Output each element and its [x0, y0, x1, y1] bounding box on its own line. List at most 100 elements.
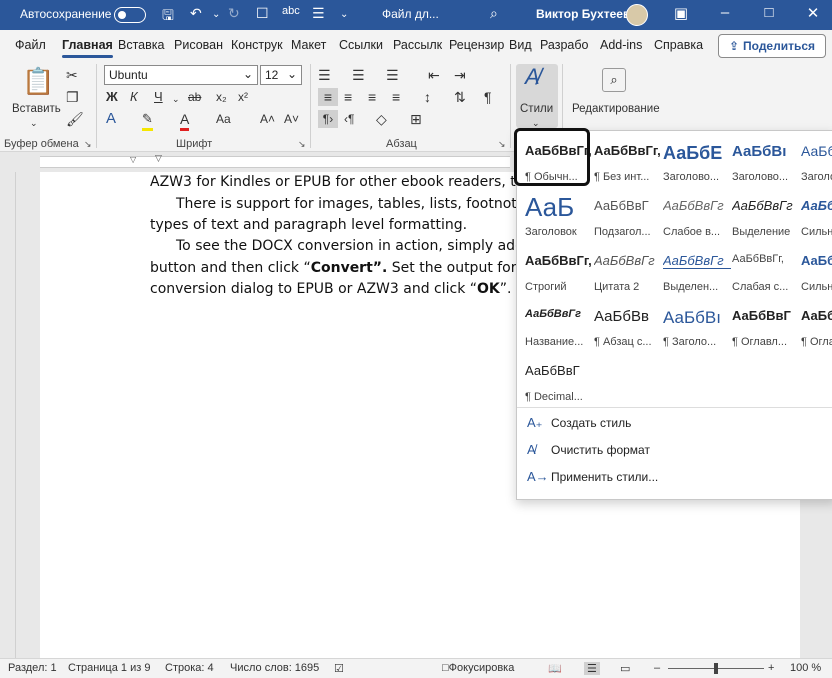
underline-dropdown-icon[interactable]: ⌄: [172, 90, 180, 108]
grow-font-icon[interactable]: A˄: [260, 110, 275, 128]
dictate-icon[interactable]: ☰: [312, 5, 325, 22]
style-tile[interactable]: АаБбВв ¶ Абзац с...: [590, 300, 660, 358]
status-line[interactable]: Строка: 4: [165, 662, 214, 674]
zoom-slider-thumb[interactable]: [714, 663, 718, 674]
font-name-select[interactable]: Ubuntu ⌄: [104, 65, 258, 85]
style-tile[interactable]: АаБбВвГ Подзагол...: [590, 190, 660, 248]
format-painter-icon[interactable]: 🖌: [66, 110, 84, 128]
align-center-icon[interactable]: ≡: [344, 88, 352, 106]
subscript-button[interactable]: x₂: [216, 88, 227, 106]
paragraph-launcher-icon[interactable]: ↘: [498, 139, 506, 150]
copy-icon[interactable]: ❐: [66, 88, 79, 106]
numbering-icon[interactable]: ☰: [352, 66, 365, 84]
line-spacing-icon[interactable]: ↕: [424, 88, 431, 106]
tab-home[interactable]: Главная: [62, 38, 113, 58]
shading-icon[interactable]: ◇: [376, 110, 387, 128]
style-tile[interactable]: АаБбВвГг Цитата 2: [590, 245, 660, 303]
tab-add-ins[interactable]: Add-ins: [600, 38, 642, 52]
avatar[interactable]: [626, 4, 648, 26]
styles-button[interactable]: A̸ Стили ⌄: [516, 64, 558, 128]
multilevel-list-icon[interactable]: ☰: [386, 66, 399, 84]
document-title[interactable]: Файл дл...: [382, 7, 439, 21]
undo-dropdown-icon[interactable]: ⌄: [212, 9, 220, 20]
editing-button[interactable]: ⌕ Редактирование: [568, 64, 660, 128]
italic-button[interactable]: К: [130, 88, 138, 106]
paste-icon[interactable]: 📋: [22, 66, 54, 96]
tab-help[interactable]: Справка: [654, 38, 703, 52]
tab-stop-icon[interactable]: ▽: [130, 155, 136, 164]
apply-styles-button[interactable]: A→ Применить стили...: [527, 469, 658, 484]
decrease-indent-icon[interactable]: ⇤: [428, 66, 440, 84]
bold-button[interactable]: Ж: [106, 88, 118, 106]
paste-dropdown-icon[interactable]: ⌄: [30, 114, 38, 132]
rtl-icon[interactable]: ‹¶: [344, 110, 354, 128]
show-marks-icon[interactable]: ¶: [484, 88, 492, 106]
zoom-in-icon[interactable]: +: [768, 662, 774, 674]
indent-marker-icon[interactable]: ▽: [155, 153, 162, 164]
style-tile[interactable]: АаБ Заголовок: [521, 190, 591, 248]
minimize-icon[interactable]: –: [710, 4, 740, 21]
touch-mode-icon[interactable]: ☐: [256, 5, 269, 22]
ltr-icon[interactable]: ¶›: [318, 110, 338, 128]
style-tile[interactable]: АаБбВвГг Название...: [521, 300, 591, 358]
autosave-toggle[interactable]: [114, 7, 146, 23]
style-tile[interactable]: АаБбВвГг Выделение: [728, 190, 798, 248]
user-name[interactable]: Виктор Бухтеев: [536, 7, 630, 21]
read-mode-icon[interactable]: 📖: [548, 662, 562, 675]
status-section[interactable]: Раздел: 1: [8, 662, 57, 674]
tab-design[interactable]: Конструк: [231, 38, 283, 52]
style-tile[interactable]: АаБбВвГ ¶ Decimal...: [521, 355, 591, 413]
redo-icon[interactable]: ↻: [228, 5, 240, 22]
change-case-icon[interactable]: Aa: [216, 110, 231, 128]
style-tile[interactable]: АаБбВвГг Слабое в...: [659, 190, 729, 248]
cut-icon[interactable]: ✂: [66, 66, 78, 84]
increase-indent-icon[interactable]: ⇥: [454, 66, 466, 84]
tab-review[interactable]: Рецензир: [449, 38, 504, 52]
tab-layout[interactable]: Макет: [291, 38, 326, 52]
shrink-font-icon[interactable]: A˅: [284, 110, 299, 128]
undo-icon[interactable]: ↶: [190, 5, 202, 22]
bullets-icon[interactable]: ☰: [318, 66, 331, 84]
justify-icon[interactable]: ≡: [392, 88, 400, 106]
strikethrough-button[interactable]: ab: [188, 88, 201, 106]
style-tile[interactable]: АаБбВ Сильн...: [797, 245, 832, 303]
tab-draw[interactable]: Рисован: [174, 38, 223, 52]
style-tile[interactable]: АаБбВвГг, Строгий: [521, 245, 592, 303]
style-tile[interactable]: АаБбВвГг, ¶ Без инт...: [590, 135, 661, 193]
font-launcher-icon[interactable]: ↘: [298, 139, 306, 150]
close-icon[interactable]: ✕: [798, 4, 828, 22]
font-size-select[interactable]: 12 ⌄: [260, 65, 302, 85]
superscript-button[interactable]: x²: [238, 88, 248, 106]
tab-insert[interactable]: Вставка: [118, 38, 164, 52]
spelling-icon[interactable]: abc: [282, 5, 300, 17]
status-page[interactable]: Страница 1 из 9: [68, 662, 150, 674]
search-icon[interactable]: ⌕: [490, 5, 498, 22]
tab-developer[interactable]: Разрабо: [540, 38, 588, 52]
borders-icon[interactable]: ⊞: [410, 110, 422, 128]
create-style-button[interactable]: A₊ Создать стиль: [527, 415, 631, 431]
tab-mailings[interactable]: Рассылк: [393, 38, 442, 52]
ribbon-display-icon[interactable]: ▣: [666, 4, 696, 22]
style-tile[interactable]: АаБбВвГг, Слабая с...: [728, 245, 798, 303]
align-left-icon[interactable]: ≡: [318, 88, 338, 106]
zoom-level[interactable]: 100 %: [790, 662, 821, 674]
style-tile[interactable]: АаБб Сильн...: [797, 190, 832, 248]
clear-formatting-button[interactable]: A̸ Очистить формат: [527, 442, 650, 457]
clipboard-launcher-icon[interactable]: ↘: [84, 139, 92, 150]
maximize-icon[interactable]: □: [754, 4, 784, 21]
style-tile[interactable]: АаБбВвГг Выделен...: [659, 245, 731, 303]
zoom-out-icon[interactable]: –: [654, 662, 660, 674]
customize-quick-access-icon[interactable]: ⌄: [340, 9, 348, 20]
highlight-icon[interactable]: ✎: [142, 110, 153, 131]
tab-references[interactable]: Ссылки: [339, 38, 383, 52]
underline-button[interactable]: Ч: [154, 88, 163, 106]
style-tile[interactable]: АаБб ¶ Огла...: [797, 300, 832, 358]
status-word-count[interactable]: Число слов: 1695: [230, 662, 319, 674]
style-tile[interactable]: АаБбЕ Заголово...: [659, 135, 729, 193]
vertical-ruler[interactable]: [0, 172, 16, 658]
save-icon[interactable]: 🖫: [162, 5, 174, 29]
print-layout-icon[interactable]: ☰: [584, 662, 600, 675]
style-tile[interactable]: АаБб Заголо...: [797, 135, 832, 193]
web-layout-icon[interactable]: ▭: [620, 662, 630, 675]
style-tile[interactable]: АаБбВı Заголово...: [728, 135, 798, 193]
